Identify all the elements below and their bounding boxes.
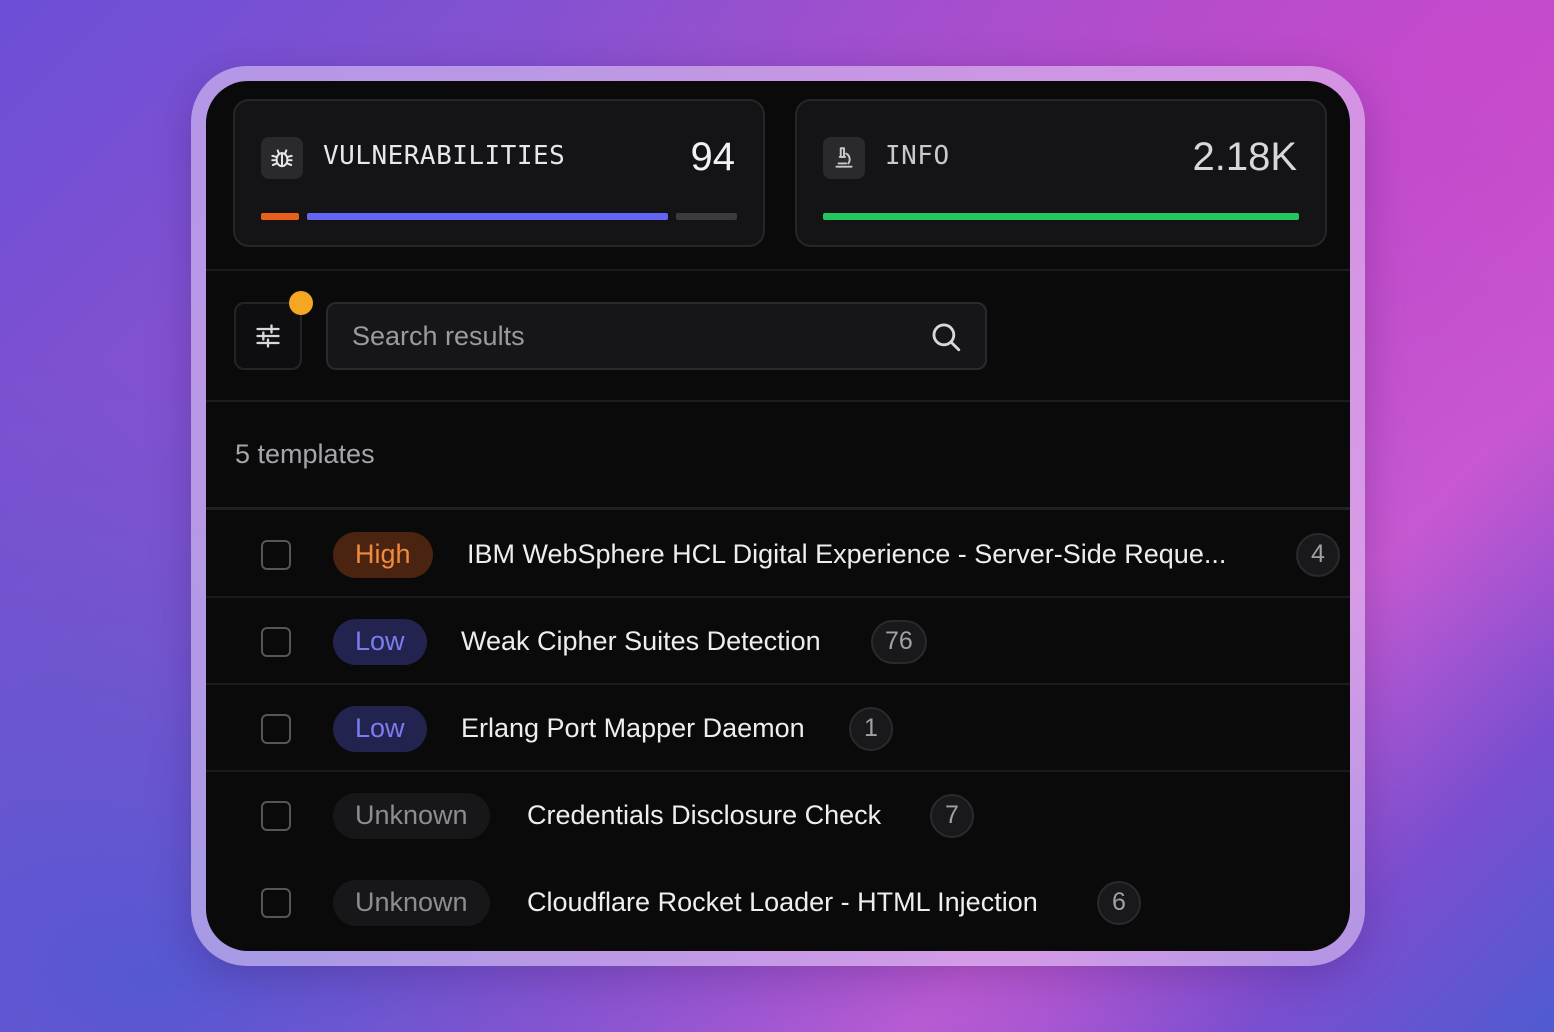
search-box[interactable] xyxy=(326,302,987,370)
severity-bar-high xyxy=(261,213,299,220)
table-row[interactable]: Unknown Credentials Disclosure Check 7 xyxy=(206,772,1350,859)
vulnerabilities-card[interactable]: VULNERABILITIES 94 xyxy=(233,99,765,247)
match-count-badge: 4 xyxy=(1296,532,1340,577)
match-count-badge: 1 xyxy=(849,706,893,751)
divider xyxy=(206,269,1350,271)
template-title[interactable]: Erlang Port Mapper Daemon xyxy=(461,713,805,744)
severity-badge-high: High xyxy=(333,531,433,578)
info-card[interactable]: INFO 2.18K xyxy=(795,99,1327,247)
info-bar xyxy=(823,213,1299,220)
row-checkbox[interactable] xyxy=(261,626,291,657)
table-row[interactable]: Low Erlang Port Mapper Daemon 1 xyxy=(206,685,1350,772)
severity-badge-unknown: Unknown xyxy=(333,792,490,839)
info-label: INFO xyxy=(885,141,950,171)
search-icon[interactable] xyxy=(929,320,963,354)
severity-bar-unknown xyxy=(676,213,737,220)
info-count: 2.18K xyxy=(1192,135,1297,179)
template-title[interactable]: Weak Cipher Suites Detection xyxy=(461,626,821,657)
vulnerabilities-label: VULNERABILITIES xyxy=(323,141,566,171)
match-count-badge: 7 xyxy=(930,793,974,838)
results-panel: VULNERABILITIES 94 INFO 2.18K Search res… xyxy=(206,81,1350,951)
row-checkbox[interactable] xyxy=(261,800,291,831)
table-row[interactable]: Unknown Cloudflare Rocket Loader - HTML … xyxy=(206,859,1350,946)
row-checkbox[interactable] xyxy=(261,887,291,918)
template-title[interactable]: Cloudflare Rocket Loader - HTML Injectio… xyxy=(527,887,1038,918)
template-title[interactable]: Credentials Disclosure Check xyxy=(527,800,881,831)
table-row[interactable]: High IBM WebSphere HCL Digital Experienc… xyxy=(206,511,1350,598)
filter-button[interactable] xyxy=(234,302,302,370)
row-checkbox[interactable] xyxy=(261,539,291,570)
divider xyxy=(206,507,1350,510)
template-title[interactable]: IBM WebSphere HCL Digital Experience - S… xyxy=(467,539,1226,570)
row-checkbox[interactable] xyxy=(261,713,291,744)
severity-badge-low: Low xyxy=(333,618,427,665)
divider xyxy=(206,400,1350,402)
table-row[interactable]: Low Weak Cipher Suites Detection 76 xyxy=(206,598,1350,685)
filter-active-indicator xyxy=(289,291,313,315)
severity-bar-low xyxy=(307,213,668,220)
bug-icon xyxy=(261,137,303,179)
match-count-badge: 6 xyxy=(1097,880,1141,925)
results-count: 5 templates xyxy=(235,439,375,469)
search-input[interactable] xyxy=(328,304,908,368)
match-count-badge: 76 xyxy=(871,619,927,664)
severity-badge-low: Low xyxy=(333,705,427,752)
sliders-icon xyxy=(256,324,280,348)
vulnerabilities-count: 94 xyxy=(690,135,736,179)
microscope-icon xyxy=(823,137,865,179)
severity-badge-unknown: Unknown xyxy=(333,879,490,926)
